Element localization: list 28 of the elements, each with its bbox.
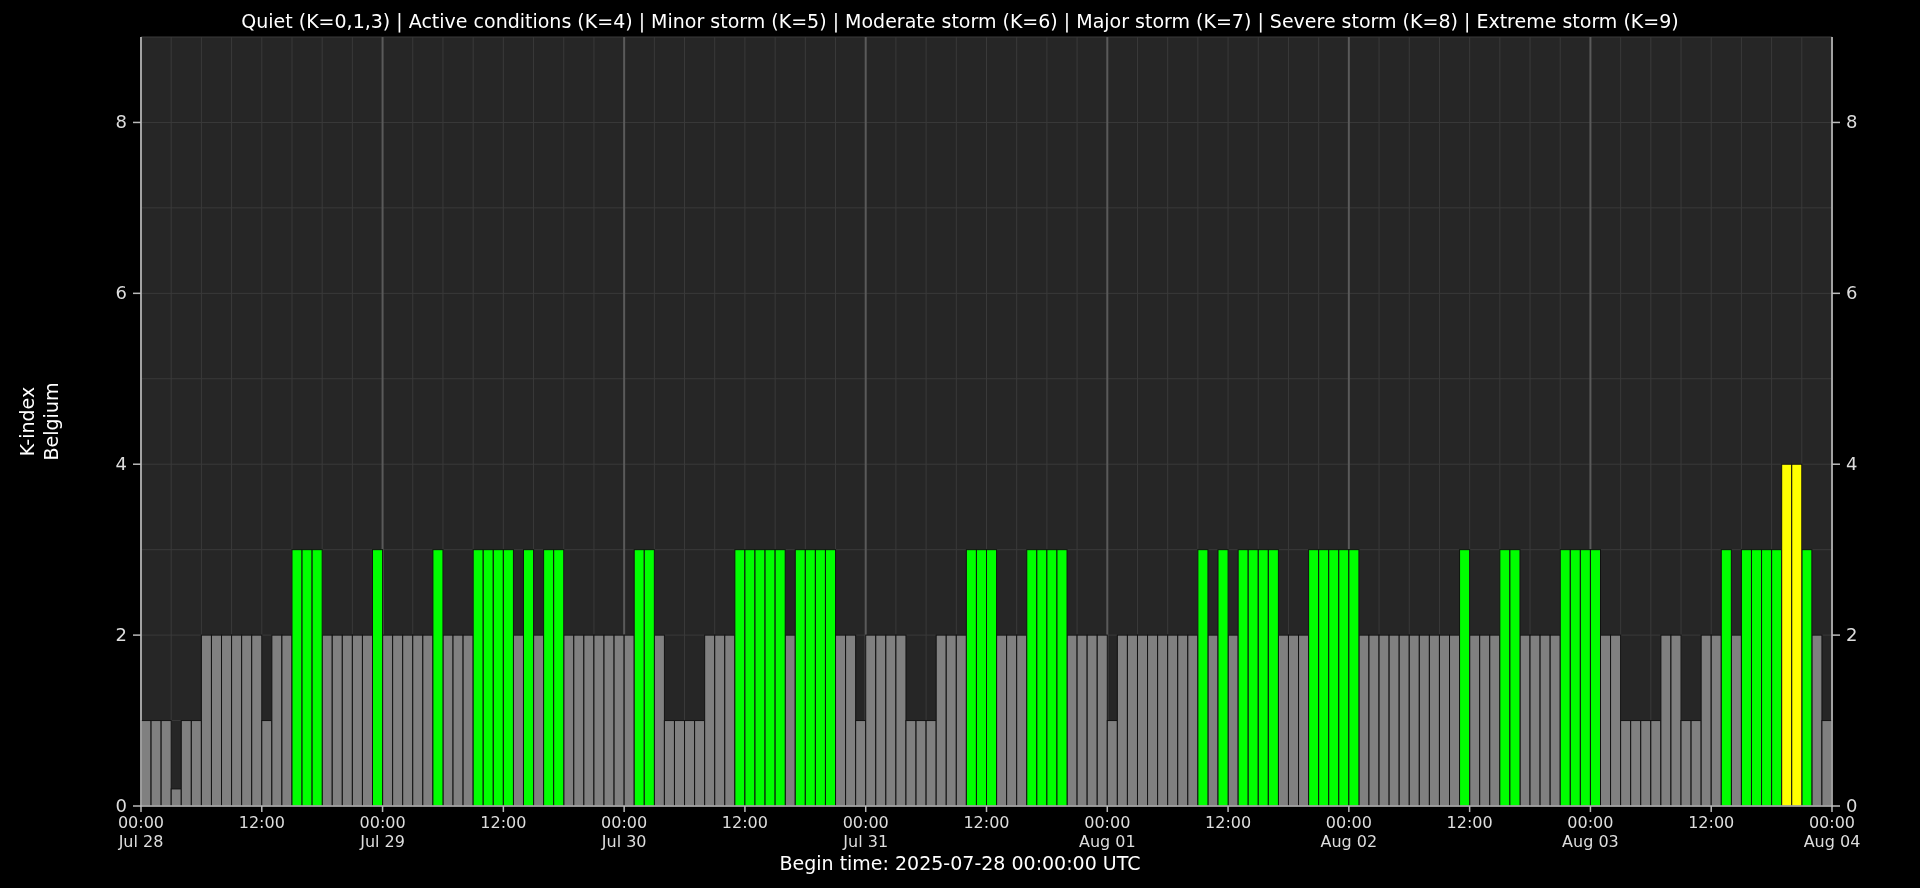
y-tick-label: 4 xyxy=(115,453,127,475)
x-tick-label: 00:00 Jul 28 xyxy=(117,813,165,851)
x-tick-label: 12:00 xyxy=(1688,813,1735,832)
y-tick-label: 0 xyxy=(115,795,127,816)
x-tick-label: 00:00 Aug 04 xyxy=(1803,813,1861,851)
y-tick-label: 2 xyxy=(1846,624,1858,646)
y-tick-label: 6 xyxy=(115,282,127,304)
x-tick-label: 00:00 Jul 30 xyxy=(601,813,648,851)
x-tick-label: 12:00 xyxy=(963,813,1010,832)
x-tick-label: 12:00 xyxy=(721,813,768,832)
y-tick-label: 8 xyxy=(115,111,127,133)
y-axis-label: K-index Belgium xyxy=(16,382,62,461)
x-tick-label: 00:00 Jul 31 xyxy=(842,813,889,851)
y-tick-label: 0 xyxy=(1846,795,1858,816)
y-tick-label: 6 xyxy=(1846,282,1858,304)
y-tick-label: 2 xyxy=(115,624,127,646)
y-tick-label: 8 xyxy=(1846,111,1858,133)
x-tick-label: 00:00 Jul 29 xyxy=(359,813,406,851)
x-tick-label: 00:00 Aug 02 xyxy=(1320,813,1378,851)
x-tick-label: 12:00 xyxy=(1446,813,1493,832)
y-tick-label: 4 xyxy=(1846,453,1858,475)
x-tick-label: 00:00 Aug 01 xyxy=(1078,813,1136,851)
chart-title: Quiet (K=0,1,3) | Active conditions (K=4) | Minor storm (K=5) | Moderate storm (K=6) | Major storm (K=7) | Severe storm (K=8) | Extreme storm (K=9) xyxy=(241,10,1679,32)
x-tick-label: 12:00 xyxy=(238,813,285,832)
x-tick-label: 00:00 Aug 03 xyxy=(1562,813,1619,851)
x-tick-label: 12:00 xyxy=(1205,813,1252,832)
x-tick-label: 12:00 xyxy=(480,813,527,832)
x-axis-label: Begin time: 2025-07-28 00:00:00 UTC xyxy=(779,852,1141,874)
